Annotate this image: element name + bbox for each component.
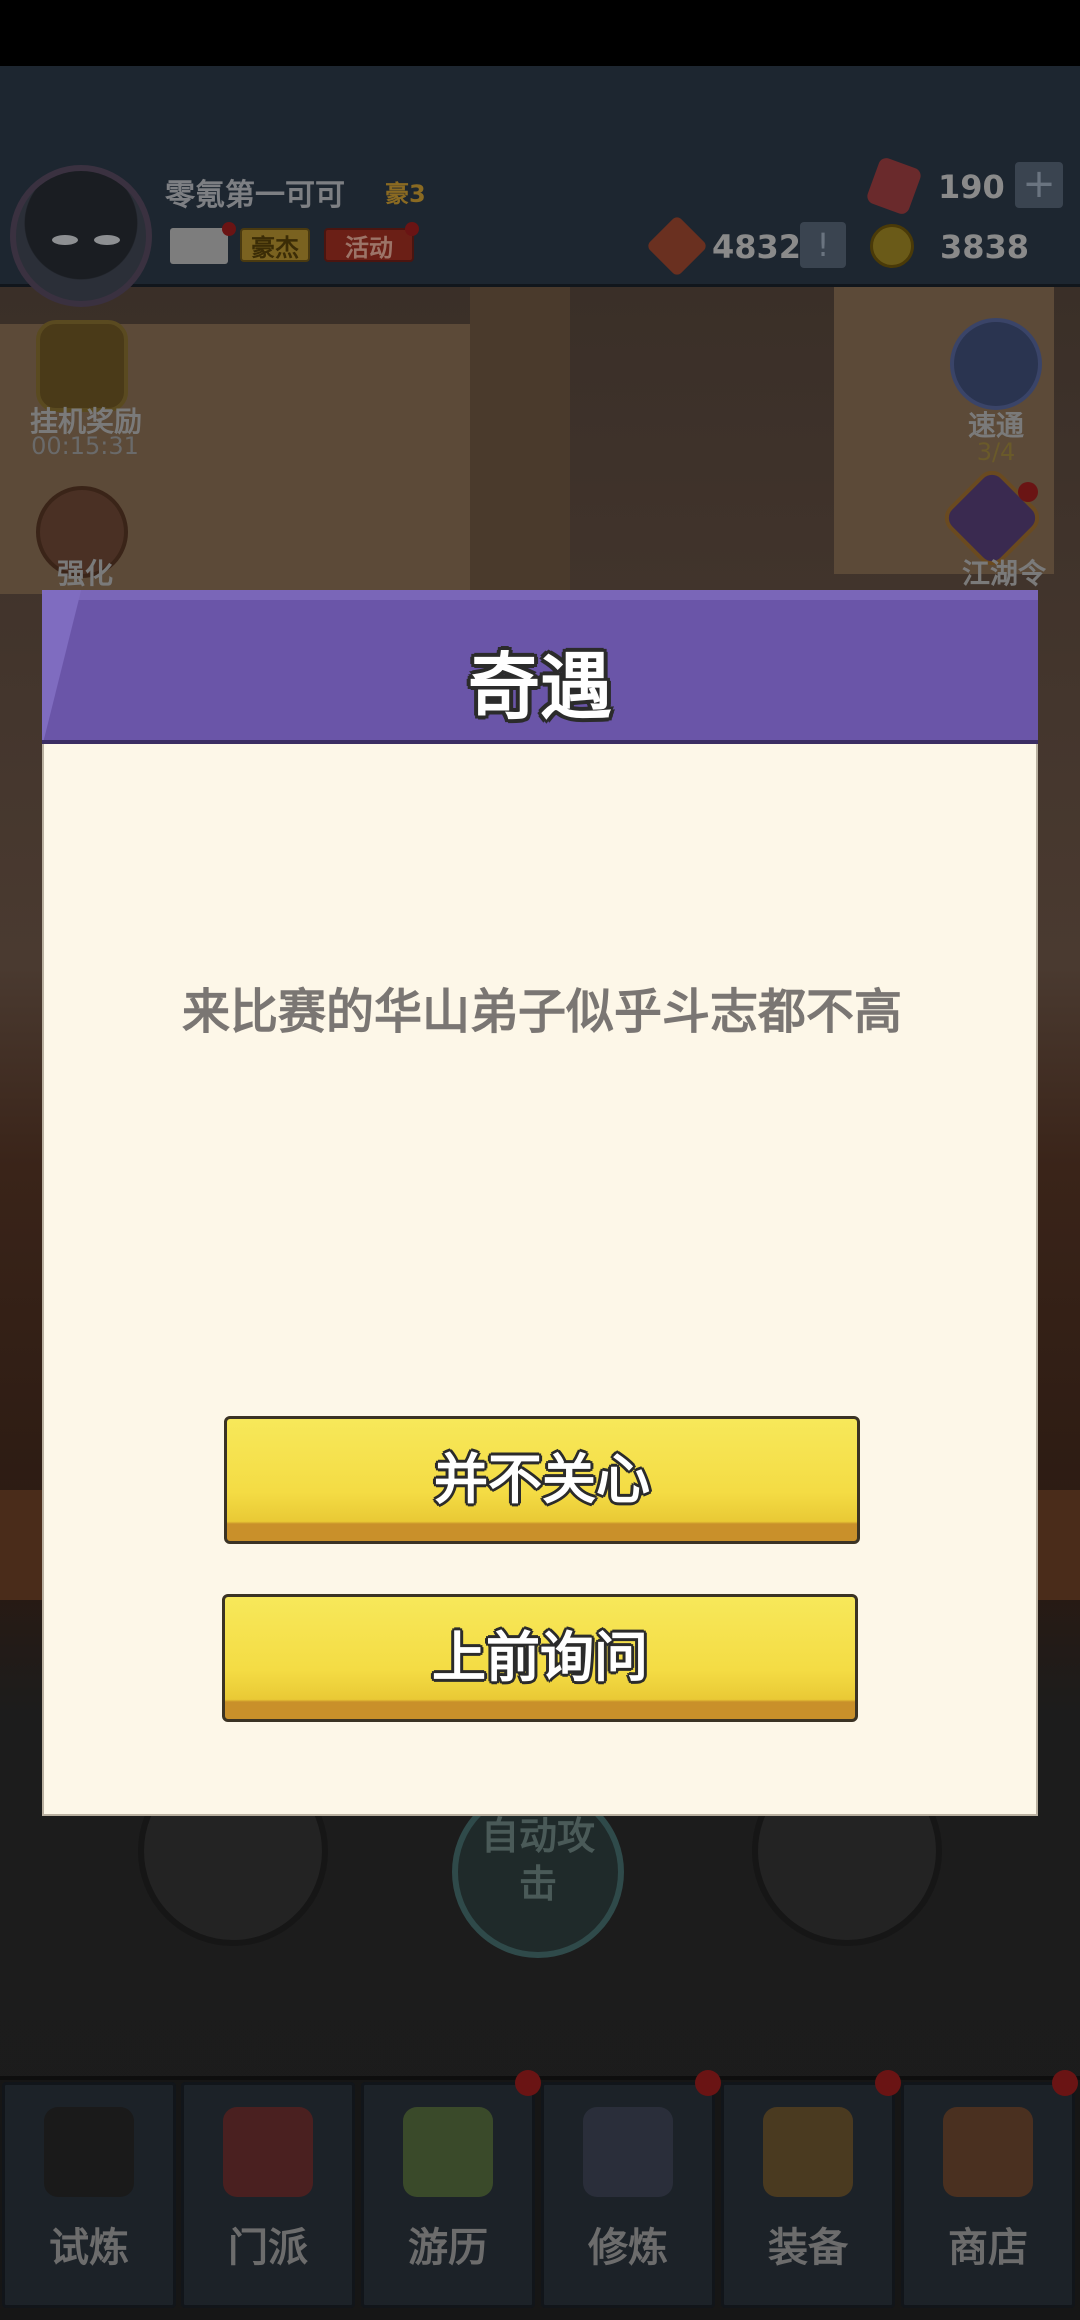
nav-shop-label: 商店	[948, 2225, 1028, 2271]
nav-trial[interactable]: 试炼	[2, 2082, 176, 2308]
avatar-eye-right	[94, 235, 120, 245]
dialog-header: 奇遇	[42, 590, 1038, 744]
nav-cultivate-notification-dot	[695, 2070, 721, 2096]
nav-sect-label: 门派	[228, 2225, 308, 2271]
landscape-icon	[403, 2107, 493, 2197]
nav-travel-label: 游历	[408, 2225, 488, 2271]
jianghu-label: 江湖令	[961, 557, 1046, 590]
dialog-message: 来比赛的华山弟子似乎斗志都不高	[181, 984, 902, 1040]
nav-sect[interactable]: 门派	[181, 2082, 355, 2308]
nav-shop[interactable]: 商店	[901, 2082, 1075, 2308]
ninja-icon	[44, 2107, 134, 2197]
auto-attack-label: 自动攻击	[480, 1814, 595, 1906]
event-notification-dot	[405, 222, 419, 236]
nav-equipment-notification-dot	[875, 2070, 901, 2096]
token-info-button[interactable]: !	[800, 222, 846, 268]
shop-icon	[943, 2107, 1033, 2197]
nav-cultivate-label: 修炼	[588, 2225, 668, 2271]
hero-button[interactable]: 豪杰	[240, 228, 310, 262]
token-count: 4832	[712, 228, 802, 266]
dialog-title: 奇遇	[467, 645, 612, 729]
scroll-book-icon	[583, 2107, 673, 2197]
add-gems-button[interactable]: +	[1015, 162, 1063, 208]
choice-button-ask[interactable]: 上前询问	[222, 1594, 858, 1722]
player-name: 零氪第一可可	[165, 178, 345, 213]
event-button[interactable]: 活动	[324, 228, 414, 262]
coin-icon	[870, 224, 914, 268]
mail-icon[interactable]	[170, 228, 228, 264]
sweep-icon[interactable]	[950, 318, 1042, 410]
enhance-label: 强化	[56, 557, 113, 590]
scene-pillar	[470, 284, 570, 614]
nav-equipment[interactable]: 装备	[721, 2082, 895, 2308]
mail-notification-dot	[222, 222, 236, 236]
dialog-header-highlight	[42, 590, 1038, 600]
nav-cultivate[interactable]: 修炼	[541, 2082, 715, 2308]
choice-button-not-care[interactable]: 并不关心	[224, 1416, 860, 1544]
idle-reward-timer: 00:15:31	[31, 432, 139, 460]
gem-count: 190	[938, 168, 1005, 206]
nav-trial-label: 试炼	[49, 2225, 129, 2271]
nav-equipment-label: 装备	[768, 2225, 848, 2271]
player-avatar[interactable]	[10, 165, 152, 307]
jianghu-notification-dot	[1018, 482, 1038, 502]
avatar-eye-left	[52, 235, 78, 245]
player-rank-badge: 豪3	[385, 180, 426, 208]
nav-travel-notification-dot	[515, 2070, 541, 2096]
encounter-dialog: 奇遇 来比赛的华山弟子似乎斗志都不高 并不关心 上前询问	[42, 590, 1038, 1816]
status-bar	[0, 0, 1080, 66]
treasure-chest-icon[interactable]	[36, 320, 128, 412]
temple-icon	[223, 2107, 313, 2197]
coin-count: 3838	[940, 228, 1030, 266]
nav-shop-notification-dot	[1052, 2070, 1078, 2096]
sword-icon	[763, 2107, 853, 2197]
sweep-count: 3/4	[976, 438, 1016, 466]
nav-travel[interactable]: 游历	[361, 2082, 535, 2308]
